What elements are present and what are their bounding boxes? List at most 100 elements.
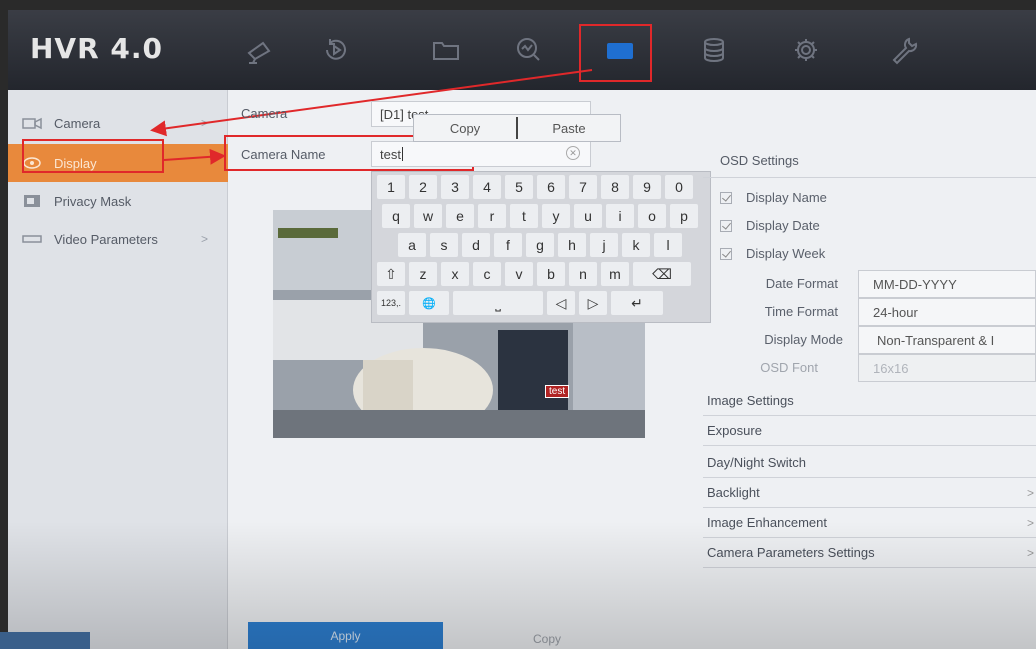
key-2[interactable]: 2 bbox=[409, 175, 437, 199]
clear-icon[interactable]: ✕ bbox=[566, 146, 580, 160]
chevron-right-icon: > bbox=[1026, 545, 1034, 560]
key-x[interactable]: x bbox=[441, 262, 469, 286]
display-week-label: Display Week bbox=[746, 246, 826, 261]
key-z[interactable]: z bbox=[409, 262, 437, 286]
camera-name-label: Camera Name bbox=[241, 147, 326, 162]
key-u[interactable]: u bbox=[574, 204, 602, 228]
shift-icon[interactable]: ⇧ bbox=[377, 262, 405, 286]
key-8[interactable]: 8 bbox=[601, 175, 629, 199]
divider bbox=[703, 177, 1036, 178]
key-q[interactable]: q bbox=[382, 204, 410, 228]
checkbox-icon[interactable] bbox=[720, 219, 732, 232]
display-name-label: Display Name bbox=[746, 190, 827, 205]
section-image-settings[interactable]: Image Settings bbox=[703, 386, 1036, 416]
key-4[interactable]: 4 bbox=[473, 175, 501, 199]
text-cursor bbox=[401, 147, 403, 161]
key-m[interactable]: m bbox=[601, 262, 629, 286]
sidebar: Camera > Display Privacy Mask Video Para… bbox=[8, 90, 228, 649]
sidebar-item-label: Camera bbox=[54, 115, 101, 131]
sidebar-item-video-parameters[interactable]: Video Parameters > bbox=[8, 220, 228, 258]
camera-icon[interactable] bbox=[240, 30, 280, 70]
section-label: Exposure bbox=[707, 423, 762, 438]
time-format-label: Time Format bbox=[764, 304, 838, 319]
context-paste-button[interactable]: Paste bbox=[518, 121, 620, 136]
key-b[interactable]: b bbox=[537, 262, 565, 286]
copy-button[interactable]: Copy bbox=[533, 632, 561, 646]
arrow-left-icon[interactable]: ◁ bbox=[547, 291, 575, 315]
display-mode-select[interactable]: Non-Transparent & I bbox=[858, 326, 1036, 354]
key-f[interactable]: f bbox=[494, 233, 522, 257]
key-9[interactable]: 9 bbox=[633, 175, 661, 199]
key-d[interactable]: d bbox=[462, 233, 490, 257]
chevron-right-icon: > bbox=[200, 232, 208, 246]
annotation-box-video-tab bbox=[579, 24, 652, 82]
wrench-icon[interactable] bbox=[884, 30, 924, 70]
key-w[interactable]: w bbox=[414, 204, 442, 228]
section-day-night-switch[interactable]: Day/Night Switch bbox=[703, 448, 1036, 478]
display-date-checkbox-row[interactable]: Display Date bbox=[720, 218, 820, 233]
time-format-select[interactable]: 24-hour bbox=[858, 298, 1036, 326]
top-menu-bar: HVR 4.0 bbox=[8, 10, 1036, 90]
key-0[interactable]: 0 bbox=[665, 175, 693, 199]
key-v[interactable]: v bbox=[505, 262, 533, 286]
date-format-select[interactable]: MM-DD-YYYY bbox=[858, 270, 1036, 298]
arrow-right-icon[interactable]: ▷ bbox=[579, 291, 607, 315]
checkbox-icon[interactable] bbox=[720, 191, 732, 204]
key-n[interactable]: n bbox=[569, 262, 597, 286]
key-y[interactable]: y bbox=[542, 204, 570, 228]
key-h[interactable]: h bbox=[558, 233, 586, 257]
camera-name-input[interactable]: test ✕ bbox=[371, 141, 591, 167]
section-label: Image Enhancement bbox=[707, 515, 827, 530]
on-screen-keyboard: 1 2 3 4 5 6 7 8 9 0 q w e r t y u i o p … bbox=[371, 171, 711, 323]
key-s[interactable]: s bbox=[430, 233, 458, 257]
key-7[interactable]: 7 bbox=[569, 175, 597, 199]
context-copy-button[interactable]: Copy bbox=[414, 121, 516, 136]
storage-icon[interactable] bbox=[694, 30, 734, 70]
camera-name-value: test bbox=[380, 146, 401, 162]
backspace-icon[interactable]: ⌫ bbox=[633, 262, 691, 286]
key-3[interactable]: 3 bbox=[441, 175, 469, 199]
key-e[interactable]: e bbox=[446, 204, 474, 228]
gear-icon[interactable] bbox=[786, 30, 826, 70]
display-name-checkbox-row[interactable]: Display Name bbox=[720, 190, 827, 205]
key-6[interactable]: 6 bbox=[537, 175, 565, 199]
key-o[interactable]: o bbox=[638, 204, 666, 228]
keyboard-row-numbers: 1 2 3 4 5 6 7 8 9 0 bbox=[377, 175, 697, 199]
sidebar-item-label: Video Parameters bbox=[54, 231, 158, 247]
key-p[interactable]: p bbox=[670, 204, 698, 228]
key-k[interactable]: k bbox=[622, 233, 650, 257]
sidebar-item-privacy-mask[interactable]: Privacy Mask bbox=[8, 182, 228, 220]
keyboard-row-bottom: 123,. 🌐 ⎵ ◁ ▷ ↵ bbox=[377, 291, 667, 315]
apply-button[interactable]: Apply bbox=[248, 622, 443, 649]
globe-icon[interactable]: 🌐 bbox=[409, 291, 449, 315]
osd-font-label: OSD Font bbox=[760, 360, 818, 375]
key-i[interactable]: i bbox=[606, 204, 634, 228]
key-t[interactable]: t bbox=[510, 204, 538, 228]
key-5[interactable]: 5 bbox=[505, 175, 533, 199]
numeric-toggle-key[interactable]: 123,. bbox=[377, 291, 405, 315]
key-g[interactable]: g bbox=[526, 233, 554, 257]
key-c[interactable]: c bbox=[473, 262, 501, 286]
chevron-right-icon: > bbox=[1026, 485, 1034, 500]
key-a[interactable]: a bbox=[398, 233, 426, 257]
key-l[interactable]: l bbox=[654, 233, 682, 257]
folder-icon[interactable] bbox=[426, 30, 466, 70]
key-1[interactable]: 1 bbox=[377, 175, 405, 199]
enter-icon[interactable]: ↵ bbox=[611, 291, 663, 315]
sidebar-item-camera[interactable]: Camera > bbox=[8, 104, 228, 142]
chevron-right-icon: > bbox=[1026, 515, 1034, 530]
section-backlight[interactable]: Backlight > bbox=[703, 478, 1036, 508]
context-menu: Copy Paste bbox=[413, 114, 621, 142]
checkbox-icon[interactable] bbox=[720, 247, 732, 260]
search-icon[interactable] bbox=[508, 30, 548, 70]
section-exposure[interactable]: Exposure bbox=[703, 416, 1036, 446]
key-j[interactable]: j bbox=[590, 233, 618, 257]
display-week-checkbox-row[interactable]: Display Week bbox=[720, 246, 825, 261]
keyboard-row-asdf: a s d f g h j k l bbox=[398, 233, 686, 257]
space-key[interactable]: ⎵ bbox=[453, 291, 543, 315]
section-label: Image Settings bbox=[707, 393, 794, 408]
section-camera-parameters-settings[interactable]: Camera Parameters Settings > bbox=[703, 538, 1036, 568]
key-r[interactable]: r bbox=[478, 204, 506, 228]
playback-icon[interactable] bbox=[316, 30, 356, 70]
section-image-enhancement[interactable]: Image Enhancement > bbox=[703, 508, 1036, 538]
